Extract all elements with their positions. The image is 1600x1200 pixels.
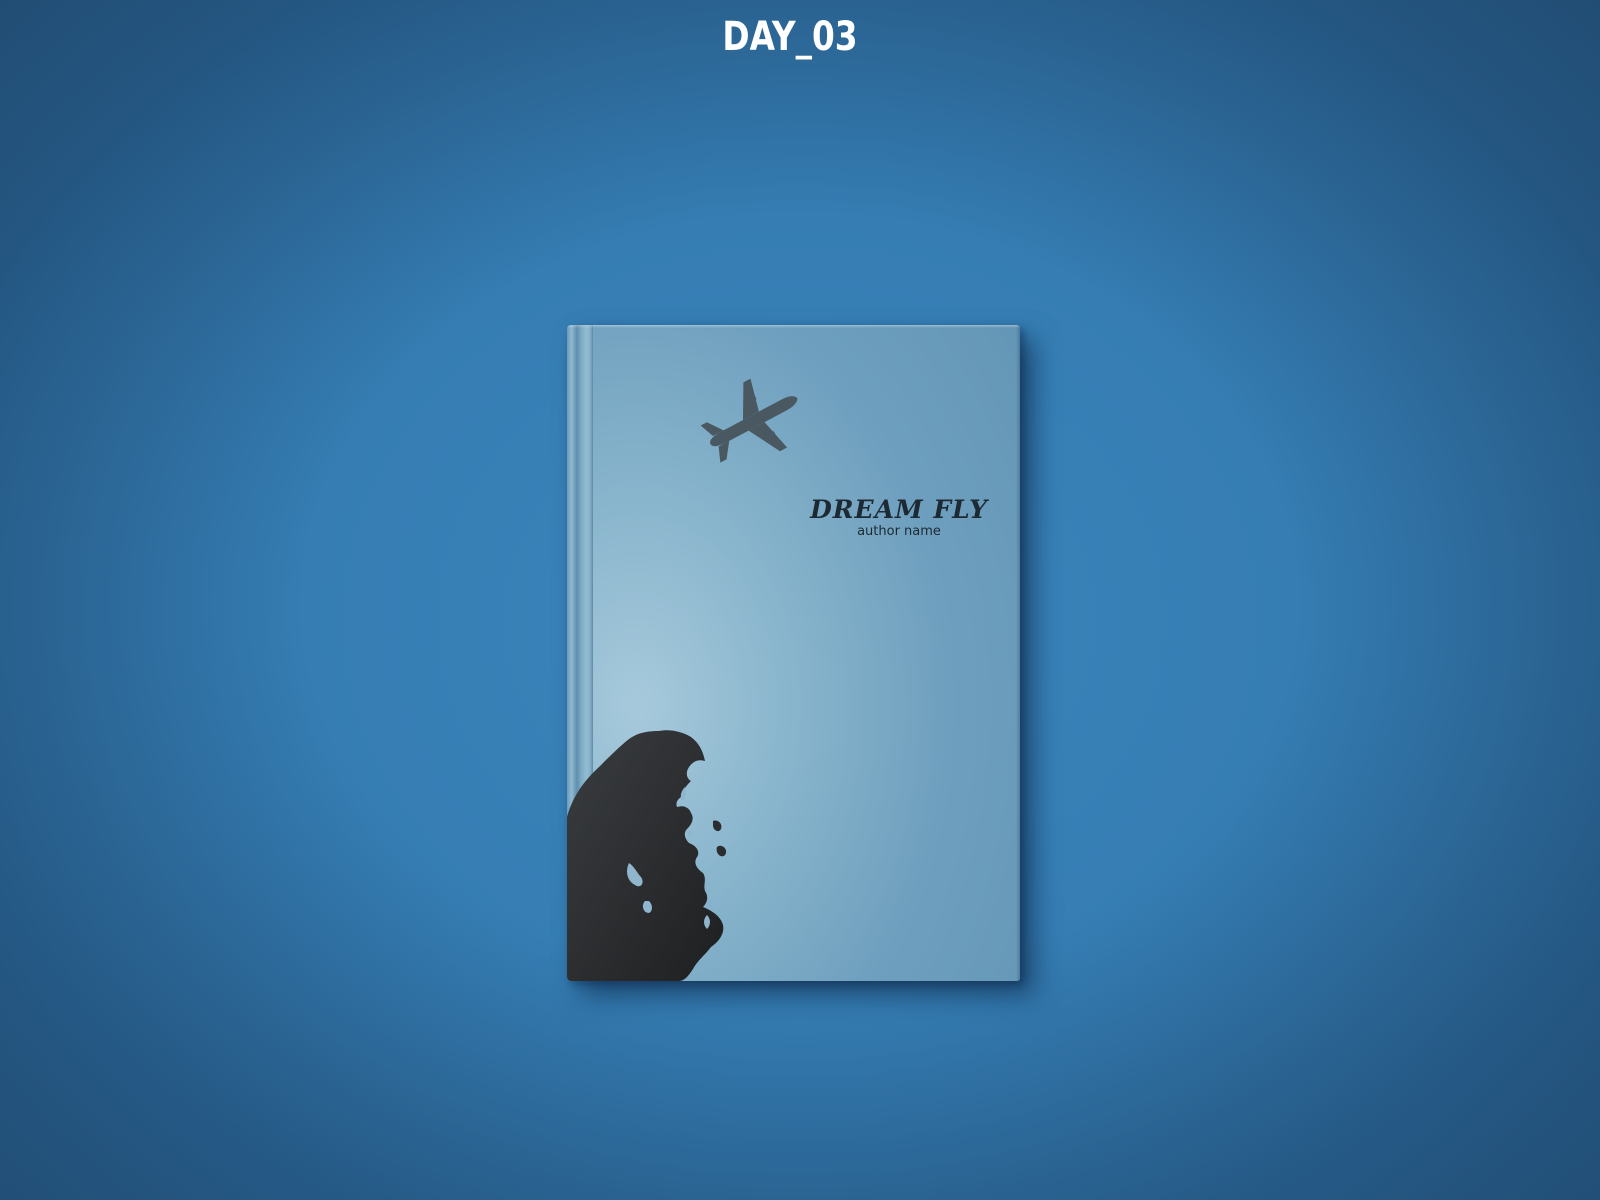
book-author: author name	[857, 524, 941, 539]
book-title: DREAM FLY	[810, 495, 988, 524]
page-title: DAY_03	[722, 14, 858, 60]
book-top-edge	[567, 325, 1020, 328]
book-mockup: DREAM FLY author name	[567, 325, 1020, 981]
canvas-background: { "header": { "title": "DAY_03" }, "book…	[0, 0, 1600, 1200]
airplane-icon	[700, 378, 798, 463]
book-right-edge	[1016, 325, 1020, 981]
head-silhouette-illustration	[567, 730, 727, 981]
